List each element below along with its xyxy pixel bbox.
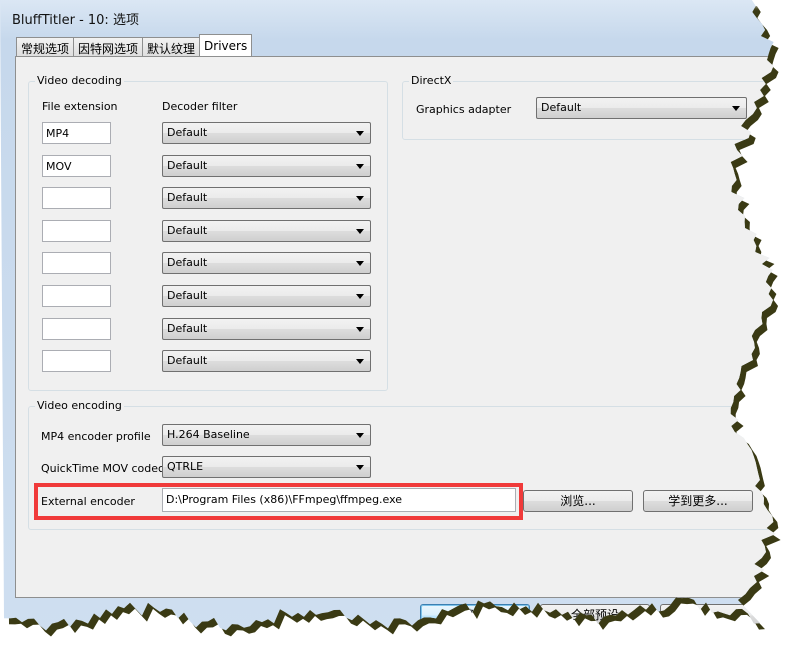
decoder-filter-select[interactable]: Default <box>162 252 371 275</box>
select-value: Default <box>167 223 208 237</box>
chevron-down-icon <box>356 196 364 202</box>
learn-more-button[interactable]: 学到更多... <box>643 490 753 512</box>
file-extension-input[interactable] <box>42 252 111 275</box>
select-value: Default <box>541 101 582 114</box>
tab-bar: 常规选项 因特网选项 默认纹理 Drivers <box>16 34 253 60</box>
decoder-filter-select[interactable]: Default <box>162 187 371 210</box>
graphics-adapter-label: Graphics adapter <box>416 103 512 116</box>
group-title: Video encoding <box>35 399 124 412</box>
select-value: Default <box>167 354 208 368</box>
select-value: Default <box>167 158 208 172</box>
window-title: BluffTitler - 10: 选项 <box>12 13 139 28</box>
file-extension-input[interactable] <box>42 219 111 242</box>
decoder-filter-select[interactable]: Default <box>162 219 371 242</box>
file-extension-input[interactable] <box>42 350 111 373</box>
tab-internet[interactable]: 因特网选项 <box>73 37 144 58</box>
decoder-filter-select[interactable]: Default <box>162 285 371 307</box>
browse-button[interactable]: 浏览... <box>523 490 633 512</box>
file-extension-header: File extension <box>42 100 118 113</box>
group-title: DirectX <box>409 74 454 87</box>
chevron-down-icon <box>356 261 364 267</box>
tab-general[interactable]: 常规选项 <box>16 37 75 58</box>
chevron-down-icon <box>356 359 364 365</box>
decoder-filter-select[interactable]: Default <box>162 317 371 340</box>
options-dialog: BluffTitler - 10: 选项 常规选项 因特网选项 默认纹理 Dri… <box>0 0 776 631</box>
file-extension-input[interactable] <box>42 187 111 210</box>
group-title: Video decoding <box>35 74 124 87</box>
graphics-adapter-select[interactable]: Default <box>536 97 747 119</box>
decoder-filter-select[interactable]: Default <box>162 122 371 144</box>
chevron-down-icon <box>356 163 364 169</box>
select-value: Default <box>167 256 208 270</box>
chevron-down-icon <box>356 326 364 332</box>
select-value: QTRLE <box>167 460 204 473</box>
mov-codec-select[interactable]: QTRLE <box>162 456 371 478</box>
decoder-filter-select[interactable]: Default <box>162 350 371 373</box>
highlight-box <box>34 483 523 520</box>
chevron-down-icon <box>356 228 364 234</box>
chevron-down-icon <box>356 131 364 136</box>
select-value: Default <box>167 289 208 302</box>
file-extension-input[interactable]: MOV <box>42 154 111 177</box>
chevron-down-icon <box>732 106 740 111</box>
select-value: Default <box>167 191 208 205</box>
tab-default-texture[interactable]: 默认纹理 <box>142 37 201 58</box>
mp4-encoder-profile-label: MP4 encoder profile <box>41 430 151 443</box>
mp4-encoder-profile-select[interactable]: H.264 Baseline <box>162 424 371 446</box>
chevron-down-icon <box>356 294 364 299</box>
select-value: H.264 Baseline <box>167 428 250 441</box>
mov-codec-label: QuickTime MOV codec <box>41 462 165 475</box>
chevron-down-icon <box>356 433 364 438</box>
file-extension-input[interactable] <box>42 317 111 340</box>
file-extension-input[interactable]: MP4 <box>42 122 111 144</box>
decoder-filter-header: Decoder filter <box>162 100 238 113</box>
select-value: Default <box>167 126 208 139</box>
select-value: Default <box>167 321 208 335</box>
chevron-down-icon <box>356 465 364 470</box>
file-extension-input[interactable] <box>42 285 111 307</box>
decoder-filter-select[interactable]: Default <box>162 154 371 177</box>
